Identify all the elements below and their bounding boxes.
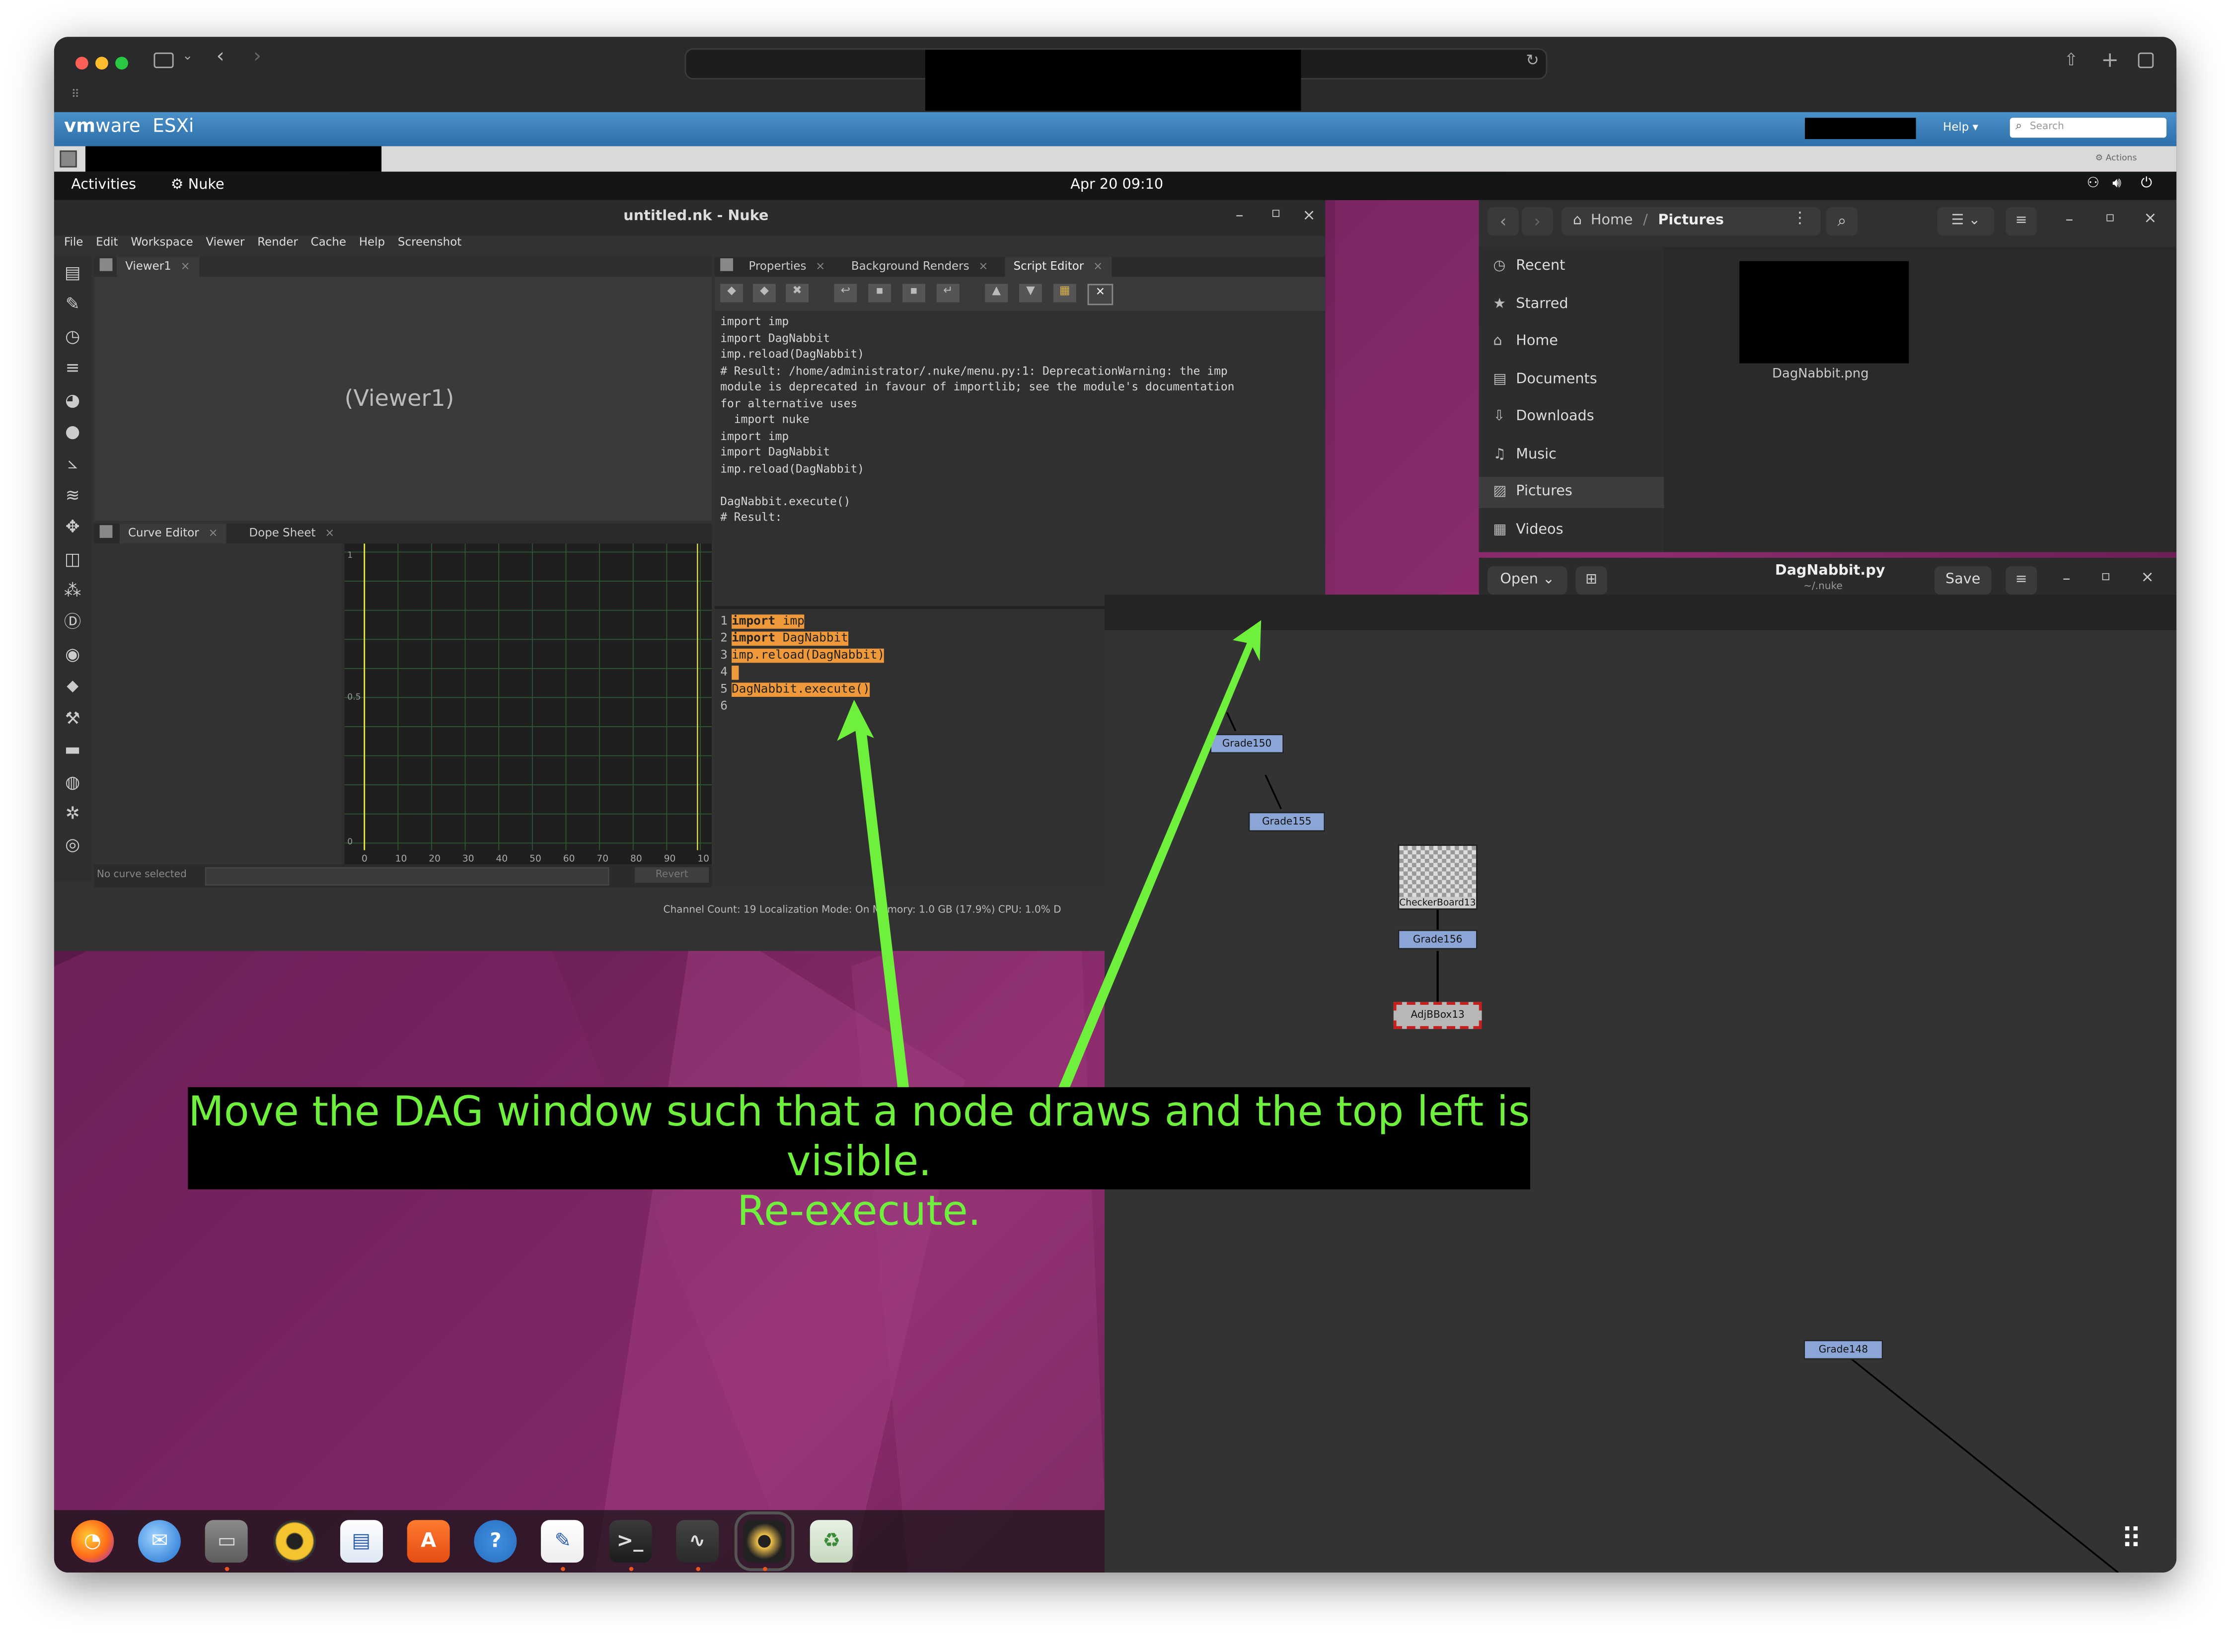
annotation-line1: Move the DAG window such that a node dra… xyxy=(188,1087,1530,1185)
arrow-to-code xyxy=(837,699,910,1093)
arrow-to-dag xyxy=(1056,620,1262,1093)
annotation-arrows xyxy=(837,620,1262,1093)
annotation-box: Move the DAG window such that a node dra… xyxy=(188,1087,1530,1235)
annotation-line2: Re-execute. xyxy=(737,1186,981,1235)
